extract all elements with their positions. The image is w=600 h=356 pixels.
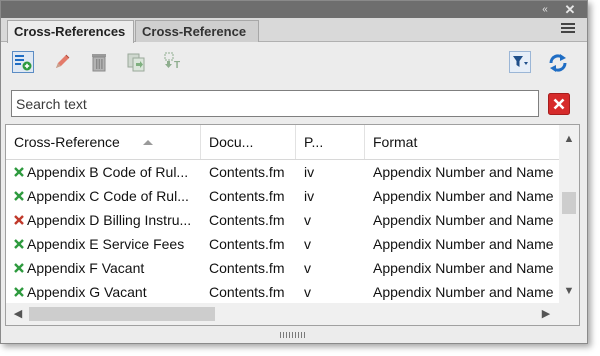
table-row[interactable]: Appendix F Vacant Contents.fm v Appendix Nu… bbox=[6, 256, 559, 280]
cell-page: v bbox=[304, 212, 311, 228]
horizontal-scrollbar[interactable]: ◀ ▶ bbox=[6, 303, 559, 325]
resolved-xref-icon bbox=[14, 167, 24, 177]
copy-icon[interactable] bbox=[125, 51, 147, 73]
scrollbar-corner bbox=[559, 303, 579, 325]
column-header-label: Cross-Reference bbox=[14, 134, 120, 150]
cell-document: Contents.fm bbox=[209, 260, 285, 276]
refresh-icon[interactable] bbox=[546, 51, 568, 73]
vertical-scrollbar[interactable]: ▲ ▼ bbox=[559, 125, 579, 303]
cell-format: Appendix Number and Name bbox=[373, 260, 554, 276]
scroll-left-icon[interactable]: ◀ bbox=[8, 305, 28, 323]
scroll-up-icon[interactable]: ▲ bbox=[559, 130, 579, 148]
cell-document: Contents.fm bbox=[209, 236, 285, 252]
cell-document: Contents.fm bbox=[209, 188, 285, 204]
column-header-format[interactable]: Format bbox=[365, 125, 559, 159]
cell-page: v bbox=[304, 284, 311, 300]
resolved-xref-icon bbox=[14, 191, 24, 201]
delete-icon[interactable] bbox=[88, 51, 110, 73]
cell-page: v bbox=[304, 260, 311, 276]
cell-name: Appendix G Vacant bbox=[27, 284, 147, 300]
update-icon[interactable]: T bbox=[163, 51, 185, 73]
toolbar: T bbox=[1, 42, 587, 80]
vertical-scroll-thumb[interactable] bbox=[562, 192, 576, 214]
table-row[interactable]: Appendix C Code of Rul... Contents.fm iv Ap… bbox=[6, 184, 559, 208]
cell-format: Appendix Number and Name bbox=[373, 164, 554, 180]
cross-references-panel: « ✕ Cross-References Cross-Reference T S… bbox=[0, 0, 588, 344]
new-cross-reference-icon[interactable] bbox=[12, 51, 34, 73]
tab-bar: Cross-References Cross-Reference bbox=[1, 18, 587, 43]
cell-name: Appendix F Vacant bbox=[27, 260, 145, 276]
column-header-label: Format bbox=[373, 134, 418, 150]
horizontal-scroll-thumb[interactable] bbox=[29, 307, 215, 321]
collapse-icon[interactable]: « bbox=[535, 1, 555, 18]
edit-icon[interactable] bbox=[51, 51, 73, 73]
cell-format: Appendix Number and Name bbox=[373, 188, 554, 204]
cell-name: Appendix E Service Fees bbox=[27, 236, 185, 252]
filter-icon[interactable] bbox=[509, 51, 531, 73]
tab-cross-references[interactable]: Cross-References bbox=[7, 20, 134, 43]
close-icon[interactable]: ✕ bbox=[561, 1, 579, 18]
table-header: Cross-Reference Docu... P... Format bbox=[6, 125, 559, 160]
svg-text:T: T bbox=[174, 60, 180, 71]
resize-grip[interactable] bbox=[278, 332, 308, 338]
cross-reference-table: Cross-Reference Docu... P... Format Appe… bbox=[5, 124, 580, 326]
cell-name: Appendix C Code of Rul... bbox=[27, 188, 189, 204]
cell-name: Appendix B Code of Rul... bbox=[27, 164, 189, 180]
table-row[interactable]: Appendix G Vacant Contents.fm v Appendix Nu… bbox=[6, 280, 559, 304]
cell-page: v bbox=[304, 236, 311, 252]
sort-ascending-icon bbox=[143, 140, 153, 145]
cell-format: Appendix Number and Name bbox=[373, 212, 554, 228]
cell-page: iv bbox=[304, 188, 315, 204]
search-input[interactable] bbox=[11, 90, 539, 117]
cell-page: iv bbox=[304, 164, 315, 180]
resolved-xref-icon bbox=[14, 263, 24, 273]
column-header-label: P... bbox=[304, 134, 324, 150]
cell-document: Contents.fm bbox=[209, 212, 285, 228]
column-header-page[interactable]: P... bbox=[296, 125, 365, 159]
cell-format: Appendix Number and Name bbox=[373, 284, 554, 300]
panel-menu-icon[interactable] bbox=[561, 23, 575, 37]
clear-search-icon[interactable] bbox=[548, 93, 570, 115]
column-header-cross-reference[interactable]: Cross-Reference bbox=[6, 125, 201, 159]
tab-cross-reference[interactable]: Cross-Reference bbox=[135, 20, 259, 42]
cell-format: Appendix Number and Name bbox=[373, 236, 554, 252]
resolved-xref-icon bbox=[14, 287, 24, 297]
table-row[interactable]: Appendix E Service Fees Contents.fm v Appen… bbox=[6, 232, 559, 256]
panel-title-bar: « ✕ bbox=[1, 1, 587, 18]
column-header-label: Docu... bbox=[209, 134, 254, 150]
table-row[interactable]: Appendix D Billing Instru... Contents.fm v… bbox=[6, 208, 559, 232]
resolved-xref-icon bbox=[14, 239, 24, 249]
cell-name: Appendix D Billing Instru... bbox=[27, 212, 192, 228]
scroll-right-icon[interactable]: ▶ bbox=[536, 305, 556, 323]
cell-document: Contents.fm bbox=[209, 164, 285, 180]
unresolved-xref-icon bbox=[14, 215, 24, 225]
column-header-document[interactable]: Docu... bbox=[201, 125, 296, 159]
scroll-down-icon[interactable]: ▼ bbox=[559, 282, 579, 300]
table-row[interactable]: Appendix B Code of Rul... Contents.fm iv Ap… bbox=[6, 160, 559, 184]
cell-document: Contents.fm bbox=[209, 284, 285, 300]
